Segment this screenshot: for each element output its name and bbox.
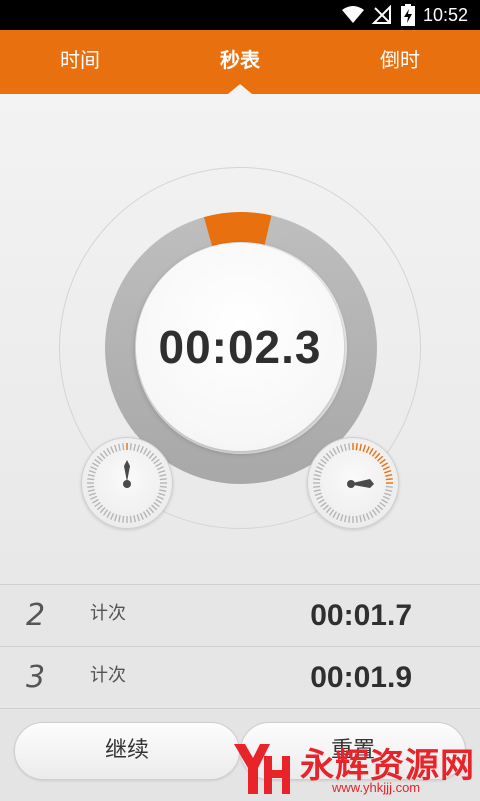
watermark-logo xyxy=(234,744,290,794)
left-subdial-needle xyxy=(124,460,130,482)
battery-charging-icon xyxy=(400,4,415,26)
status-bar: 10:52 xyxy=(0,0,480,30)
lap-time: 00:01.7 xyxy=(310,599,412,632)
active-tab-indicator xyxy=(228,84,252,94)
lap-time: 00:01.9 xyxy=(310,661,412,694)
lap-row: 3 计次 00:01.9 xyxy=(0,646,480,709)
lap-label: 计次 xyxy=(90,665,126,686)
no-sim-icon xyxy=(371,5,391,24)
watermark: 永辉资源网 www.yhkjjj.com xyxy=(230,738,480,800)
status-icons: 10:52 xyxy=(341,0,480,30)
right-subdial xyxy=(307,437,399,529)
lap-number: 3 xyxy=(26,660,46,695)
tab-countdown[interactable]: 倒时 xyxy=(320,30,480,94)
progress-arc xyxy=(203,212,272,247)
continue-button[interactable]: 继续 xyxy=(14,722,240,780)
lap-number: 2 xyxy=(26,598,46,633)
status-time: 10:52 xyxy=(422,4,468,25)
lap-label: 计次 xyxy=(90,603,126,624)
tab-time[interactable]: 时间 xyxy=(0,30,160,94)
left-subdial xyxy=(81,437,173,529)
elapsed-time: 00:02.3 xyxy=(158,321,322,373)
watermark-url: www.yhkjjj.com xyxy=(332,780,421,795)
wifi-icon xyxy=(341,6,364,23)
lap-row: 2 计次 00:01.7 xyxy=(0,584,480,647)
